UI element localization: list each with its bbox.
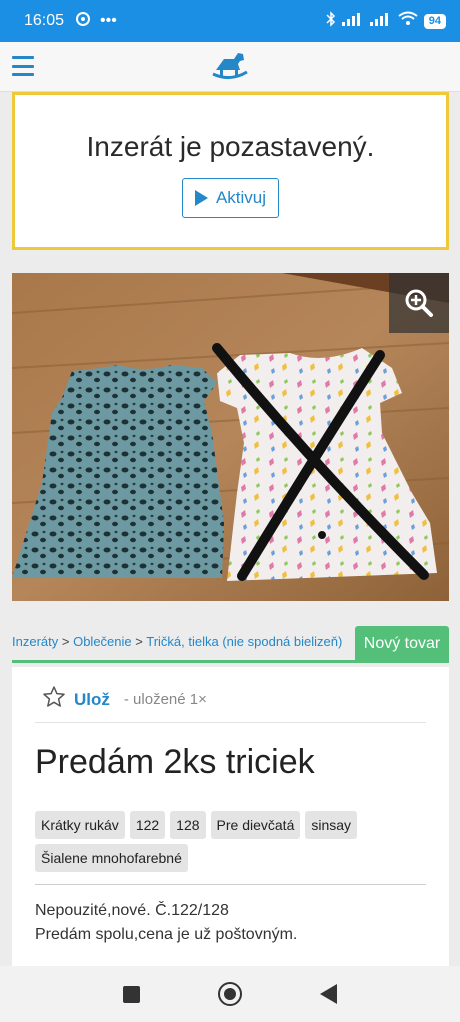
- breadcrumb-item-inzeraty[interactable]: Inzeráty: [12, 634, 58, 649]
- play-icon: [194, 190, 208, 206]
- tag[interactable]: sinsay: [305, 811, 358, 839]
- wifi-icon: [398, 11, 418, 31]
- activate-label: Aktivuj: [215, 188, 267, 207]
- description-line: Predám spolu,cena je už poštovným.: [35, 926, 298, 943]
- tag-list: Krátky rukáv 122 128 Pre dievčatá sinsay…: [35, 811, 435, 872]
- breadcrumb-item-tricka[interactable]: Tričká, tielka (nie spodná bielizeň): [146, 634, 342, 649]
- listing-description: Nepouzité,nové. Č.122/128 Predám spolu,c…: [35, 899, 297, 947]
- rocking-horse-logo-icon[interactable]: [210, 50, 250, 87]
- star-icon[interactable]: [42, 685, 66, 714]
- bluetooth-icon: [326, 10, 336, 32]
- system-nav-bar: [0, 966, 460, 1022]
- tag[interactable]: 128: [170, 811, 206, 839]
- paused-title: Inzerát je pozastavený.: [86, 131, 375, 162]
- divider: [12, 660, 449, 663]
- battery-icon: 94: [423, 13, 446, 29]
- save-row: Ulož - uložené 1×: [42, 685, 207, 714]
- breadcrumb: Inzeráty > Oblečenie > Tričká, tielka (n…: [12, 634, 342, 649]
- tag[interactable]: Pre dievčatá: [210, 811, 301, 839]
- save-button[interactable]: Ulož: [74, 690, 110, 710]
- divider: [35, 884, 426, 885]
- breadcrumb-separator: >: [135, 634, 143, 649]
- paused-notice: Inzerát je pozastavený. Aktivuj: [12, 92, 449, 250]
- app-bar: [0, 42, 460, 92]
- zoom-in-icon: [405, 289, 433, 317]
- tag[interactable]: Šialene mnohofarebné: [35, 844, 188, 872]
- tag[interactable]: Krátky rukáv: [35, 811, 125, 839]
- breadcrumb-separator: >: [61, 634, 70, 649]
- signal-icon-2: [369, 12, 392, 31]
- menu-icon[interactable]: [12, 56, 34, 76]
- zoom-button[interactable]: [389, 273, 449, 333]
- divider: [35, 722, 426, 723]
- breadcrumb-item-oblecenie[interactable]: Oblečenie: [73, 634, 132, 649]
- app-notification-icon: [76, 11, 91, 31]
- status-bar: 16:05 ••• 94: [0, 0, 460, 42]
- new-item-badge: Nový tovar: [355, 626, 449, 662]
- listing-title: Predám 2ks triciek: [35, 743, 315, 781]
- home-icon[interactable]: [218, 982, 242, 1006]
- activate-button[interactable]: Aktivuj: [181, 178, 280, 218]
- saved-count: - uložené 1×: [123, 691, 207, 708]
- listing-photo[interactable]: [12, 273, 449, 601]
- more-notifications-icon: •••: [100, 12, 117, 29]
- back-icon[interactable]: [320, 984, 337, 1004]
- status-time: 16:05: [24, 12, 65, 29]
- listing-card: Ulož - uložené 1× Predám 2ks triciek Krá…: [12, 667, 449, 967]
- description-line: Nepouzité,nové. Č.122/128: [35, 902, 229, 919]
- recents-icon[interactable]: [123, 985, 140, 1003]
- signal-icon: [341, 12, 364, 31]
- tag[interactable]: 122: [129, 811, 166, 839]
